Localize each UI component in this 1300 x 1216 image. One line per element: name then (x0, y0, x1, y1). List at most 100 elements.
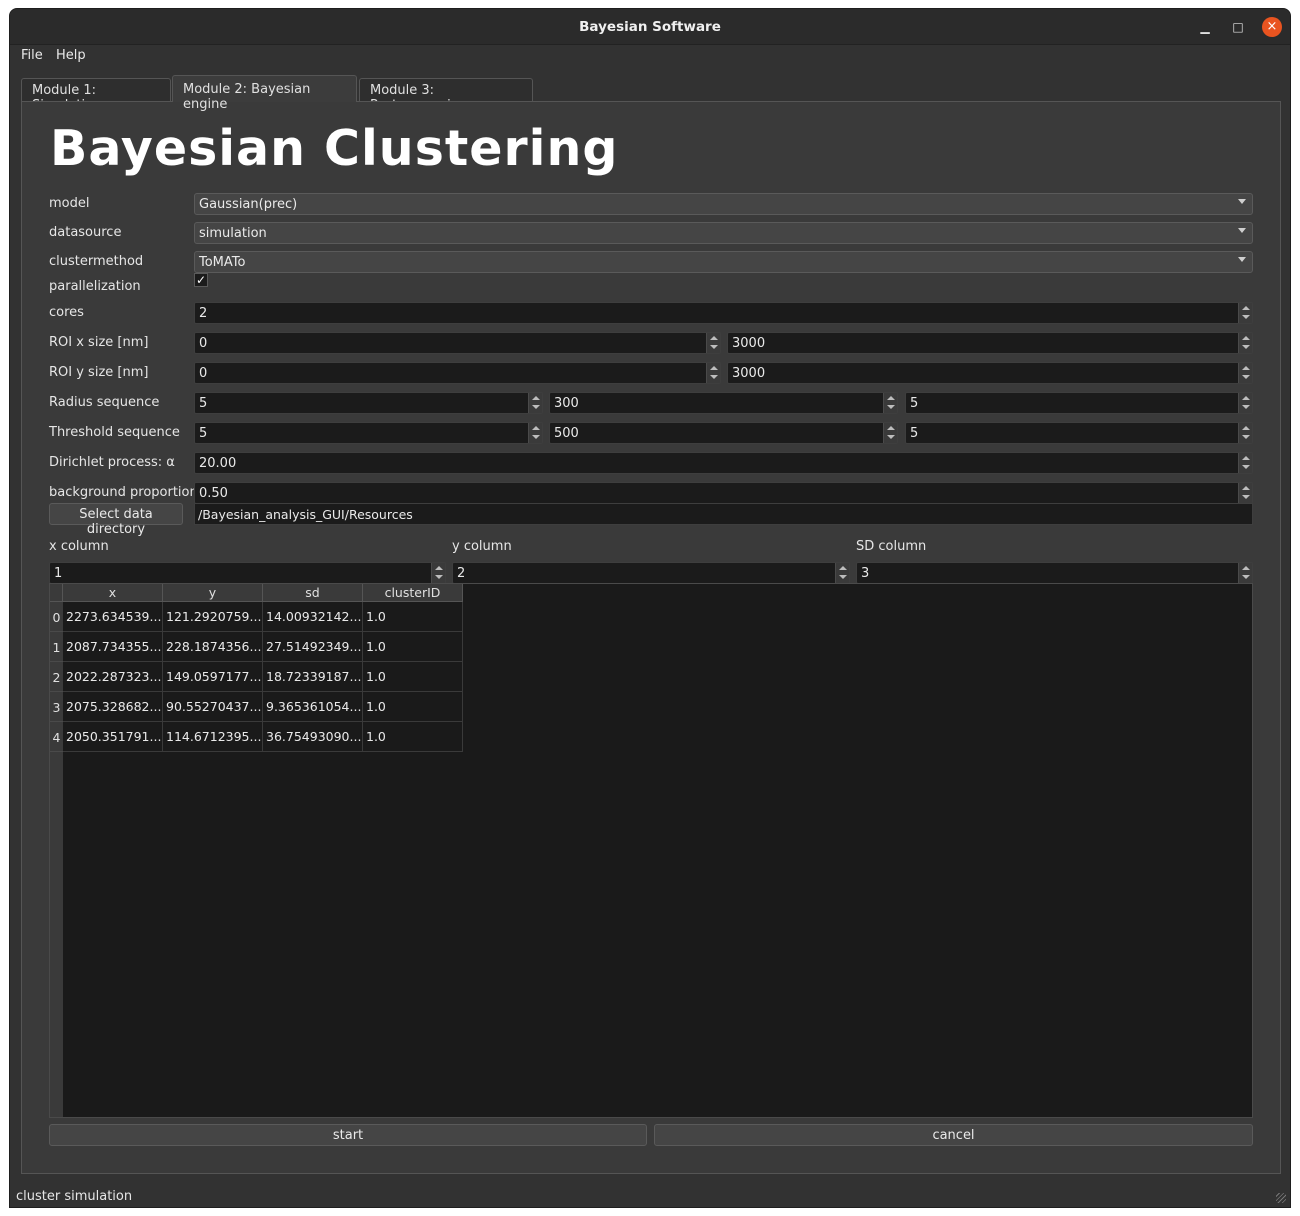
stepper-arrows[interactable] (431, 563, 445, 583)
menu-file[interactable]: File (21, 48, 43, 63)
column-header-y[interactable]: y (163, 584, 263, 602)
model-select[interactable]: Gaussian(prec) (194, 193, 1253, 215)
row-header[interactable]: 0 (50, 602, 63, 632)
table-cell[interactable]: 2075.328682... (63, 692, 163, 722)
arrow-down-icon (1242, 465, 1250, 469)
roi-x-min-spinbox[interactable]: 0 (194, 332, 721, 354)
parallelization-checkbox[interactable]: ✓ (194, 273, 208, 287)
table-cell[interactable]: 14.00932142... (263, 602, 363, 632)
threshold-start-spinbox[interactable]: 5 (194, 422, 543, 444)
threshold-end-spinbox[interactable]: 500 (549, 422, 898, 444)
stepper-arrows[interactable] (1238, 393, 1252, 413)
roi-y-max-spinbox[interactable]: 3000 (727, 362, 1253, 384)
stepper-arrows[interactable] (1238, 333, 1252, 353)
cores-spinbox[interactable]: 2 (194, 302, 1253, 324)
table-cell[interactable]: 36.75493090... (263, 722, 363, 752)
arrow-down-icon (1242, 375, 1250, 379)
threshold-step-spinbox[interactable]: 5 (905, 422, 1253, 444)
table-cell[interactable]: 9.365361054... (263, 692, 363, 722)
stepper-arrows[interactable] (1238, 303, 1252, 323)
clustermethod-select[interactable]: ToMATo (194, 251, 1253, 273)
resize-grip-icon[interactable] (1276, 1193, 1286, 1203)
stepper-arrows[interactable] (883, 393, 897, 413)
roi-y-min-spinbox[interactable]: 0 (194, 362, 721, 384)
radius-start-spinbox[interactable]: 5 (194, 392, 543, 414)
table-cell[interactable]: 114.6712395... (163, 722, 263, 752)
minimize-icon[interactable]: ▁ (1195, 17, 1215, 37)
parallelization-label: parallelization (49, 279, 141, 294)
arrow-down-icon (839, 575, 847, 579)
column-header-clusterid[interactable]: clusterID (363, 584, 463, 602)
background-label: background proportion (49, 485, 198, 500)
window-title: Bayesian Software (579, 19, 721, 35)
arrow-down-icon (1242, 495, 1250, 499)
cores-value: 2 (199, 306, 208, 321)
column-header-x[interactable]: x (63, 584, 163, 602)
start-button[interactable]: start (49, 1124, 647, 1146)
data-table[interactable]: x y sd clusterID 0 2273.634539... 121.29… (49, 583, 1253, 1118)
roi-y-min-value: 0 (199, 366, 208, 381)
stepper-arrows[interactable] (1238, 453, 1252, 473)
table-cell[interactable]: 1.0 (363, 632, 463, 662)
radius-step-value: 5 (910, 396, 919, 411)
threshold-label: Threshold sequence (49, 425, 180, 440)
x-column-label: x column (49, 539, 109, 554)
table-cell[interactable]: 18.72339187... (263, 662, 363, 692)
tab-bayesian-engine[interactable]: Module 2: Bayesian engine (172, 75, 357, 112)
stepper-arrows[interactable] (528, 423, 542, 443)
stepper-arrows[interactable] (706, 333, 720, 353)
table-cell[interactable]: 1.0 (363, 662, 463, 692)
tab-simulation[interactable]: Module 1: Simulation (21, 78, 171, 113)
close-icon[interactable]: × (1262, 17, 1282, 37)
table-cell[interactable]: 2022.287323... (63, 662, 163, 692)
table-cell[interactable]: 149.0597177... (163, 662, 263, 692)
stepper-arrows[interactable] (883, 423, 897, 443)
y-column-spinbox[interactable]: 2 (452, 562, 850, 584)
column-header-sd[interactable]: sd (263, 584, 363, 602)
arrow-up-icon (1242, 396, 1250, 400)
roi-x-label: ROI x size [nm] (49, 335, 149, 350)
arrow-up-icon (887, 426, 895, 430)
stepper-arrows[interactable] (1238, 483, 1252, 503)
roi-x-max-spinbox[interactable]: 3000 (727, 332, 1253, 354)
row-header[interactable]: 3 (50, 692, 63, 722)
table-cell[interactable]: 1.0 (363, 722, 463, 752)
select-data-directory-button[interactable]: Select data directory (49, 503, 183, 537)
table-cell[interactable]: 121.2920759... (163, 602, 263, 632)
sd-column-spinbox[interactable]: 3 (856, 562, 1253, 584)
table-cell[interactable]: 1.0 (363, 692, 463, 722)
radius-step-spinbox[interactable]: 5 (905, 392, 1253, 414)
arrow-up-icon (839, 566, 847, 570)
stepper-arrows[interactable] (528, 393, 542, 413)
table-cell[interactable]: 2087.734355... (63, 632, 163, 662)
data-directory-field[interactable]: /Bayesian_analysis_GUI/Resources (194, 503, 1253, 525)
dirichlet-spinbox[interactable]: 20.00 (194, 452, 1253, 474)
x-column-spinbox[interactable]: 1 (49, 562, 446, 584)
stepper-arrows[interactable] (706, 363, 720, 383)
tab-postprocessing[interactable]: Module 3: Postprocessing (359, 78, 533, 113)
table-cell[interactable]: 2273.634539... (63, 602, 163, 632)
menu-help[interactable]: Help (56, 48, 86, 63)
stepper-arrows[interactable] (835, 563, 849, 583)
corner-header[interactable] (50, 584, 63, 602)
row-header[interactable]: 4 (50, 722, 63, 752)
row-header[interactable]: 1 (50, 632, 63, 662)
row-header[interactable]: 2 (50, 662, 63, 692)
maximize-icon[interactable]: □ (1228, 17, 1248, 37)
datasource-select[interactable]: simulation (194, 222, 1253, 244)
table-cell[interactable]: 1.0 (363, 602, 463, 632)
arrow-down-icon (710, 345, 718, 349)
background-spinbox[interactable]: 0.50 (194, 482, 1253, 504)
radius-end-spinbox[interactable]: 300 (549, 392, 898, 414)
table-cell[interactable]: 27.51492349... (263, 632, 363, 662)
table-cell[interactable]: 228.1874356... (163, 632, 263, 662)
arrow-up-icon (1242, 486, 1250, 490)
table-cell[interactable]: 2050.351791... (63, 722, 163, 752)
cancel-button[interactable]: cancel (654, 1124, 1253, 1146)
stepper-arrows[interactable] (1238, 363, 1252, 383)
threshold-start-value: 5 (199, 426, 208, 441)
stepper-arrows[interactable] (1238, 423, 1252, 443)
table-cell[interactable]: 90.55270437... (163, 692, 263, 722)
clustermethod-label: clustermethod (49, 254, 144, 269)
stepper-arrows[interactable] (1238, 563, 1252, 583)
